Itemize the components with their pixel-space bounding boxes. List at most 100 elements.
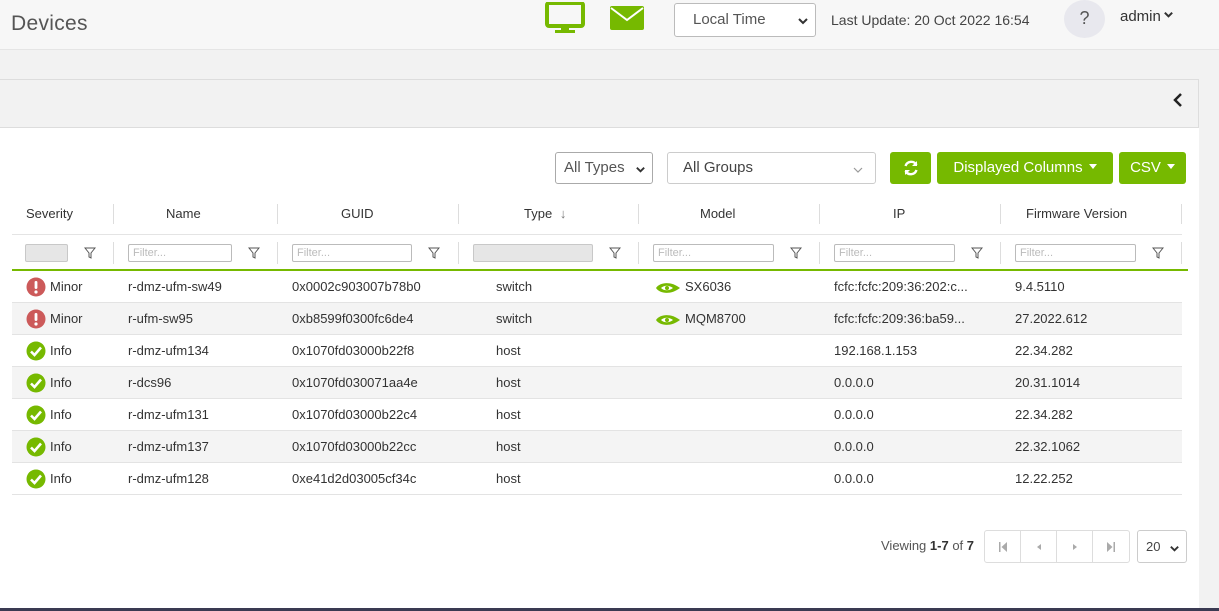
device-name: r-ufm-sw95 bbox=[128, 311, 194, 326]
guid-filter-input[interactable]: Filter... bbox=[292, 244, 412, 262]
column-header-guid[interactable]: GUID bbox=[341, 206, 374, 222]
column-header-type[interactable]: Type ↓ bbox=[524, 206, 566, 222]
filter-funnel-icon[interactable] bbox=[609, 247, 621, 259]
column-separator bbox=[277, 204, 278, 224]
right-rail bbox=[1199, 79, 1219, 611]
severity-label: Info bbox=[50, 375, 72, 390]
severity-label: Info bbox=[50, 407, 72, 422]
device-type: switch bbox=[496, 279, 533, 294]
device-name: r-dmz-ufm131 bbox=[128, 407, 209, 422]
group-filter-select[interactable]: All Groups bbox=[667, 152, 876, 184]
column-separator bbox=[458, 204, 459, 224]
chevron-down-icon bbox=[853, 167, 863, 173]
sort-arrow-icon: ↓ bbox=[559, 206, 567, 221]
nvidia-logo-icon bbox=[656, 315, 680, 325]
filter-separator bbox=[277, 242, 278, 264]
filter-funnel-icon[interactable] bbox=[248, 247, 260, 259]
time-zone-select[interactable]: Local Time bbox=[674, 3, 816, 37]
firmware-filter-input[interactable]: Filter... bbox=[1015, 244, 1136, 262]
chevron-left-icon[interactable] bbox=[1172, 92, 1184, 108]
column-header-name[interactable]: Name bbox=[166, 206, 201, 222]
monitor-icon[interactable] bbox=[545, 2, 585, 34]
chevron-down-icon bbox=[798, 18, 808, 25]
device-ip: 0.0.0.0 bbox=[834, 439, 874, 454]
severity-label: Info bbox=[50, 343, 72, 358]
device-type: host bbox=[496, 343, 521, 358]
viewing-prefix: Viewing bbox=[881, 538, 930, 553]
device-type: switch bbox=[496, 311, 533, 326]
device-ip: 0.0.0.0 bbox=[834, 375, 874, 390]
panel-header bbox=[0, 79, 1199, 128]
mail-icon[interactable] bbox=[610, 6, 644, 30]
type-filter-value: All Types bbox=[564, 159, 625, 176]
page-size-select[interactable]: 20 bbox=[1137, 530, 1187, 563]
header-divider bbox=[12, 234, 1182, 235]
device-guid: 0x1070fd03000b22f8 bbox=[292, 343, 415, 358]
exclamation-circle-icon bbox=[26, 277, 46, 297]
last-page-button[interactable] bbox=[1093, 531, 1129, 562]
severity-filter-input[interactable] bbox=[25, 244, 68, 262]
ip-filter-input[interactable]: Filter... bbox=[834, 244, 955, 262]
time-zone-value: Local Time bbox=[693, 11, 766, 28]
filter-separator bbox=[113, 242, 114, 264]
device-model: MQM8700 bbox=[685, 311, 746, 326]
model-filter-input[interactable]: Filter... bbox=[653, 244, 774, 262]
user-name: admin bbox=[1120, 8, 1161, 25]
next-page-button[interactable] bbox=[1057, 531, 1093, 562]
device-name: r-dmz-ufm128 bbox=[128, 471, 209, 486]
user-menu[interactable]: admin bbox=[1120, 8, 1174, 25]
table-row[interactable]: Info r-dmz-ufm137 0x1070fd03000b22cc hos… bbox=[12, 431, 1182, 463]
check-circle-icon bbox=[26, 405, 46, 425]
device-type: host bbox=[496, 375, 521, 390]
device-model: SX6036 bbox=[685, 279, 732, 294]
table-row[interactable]: Info r-dcs96 0x1070fd030071aa4e host 0.0… bbox=[12, 367, 1182, 399]
column-header-severity[interactable]: Severity bbox=[26, 206, 73, 222]
check-circle-icon bbox=[26, 437, 46, 457]
first-page-icon bbox=[999, 542, 1007, 552]
refresh-button[interactable] bbox=[890, 152, 931, 184]
device-firmware: 22.32.1062 bbox=[1015, 439, 1081, 454]
column-header-model[interactable]: Model bbox=[700, 206, 735, 222]
filter-funnel-icon[interactable] bbox=[790, 247, 802, 259]
caret-down-icon bbox=[1166, 164, 1175, 169]
filter-separator bbox=[1000, 242, 1001, 264]
pagination-summary: Viewing 1-7 of 7 bbox=[881, 538, 974, 553]
displayed-columns-button[interactable]: Displayed Columns bbox=[937, 152, 1113, 184]
filter-separator bbox=[458, 242, 459, 264]
filter-funnel-icon[interactable] bbox=[84, 247, 96, 259]
filter-funnel-icon[interactable] bbox=[428, 247, 440, 259]
help-button[interactable]: ? bbox=[1064, 0, 1105, 38]
csv-button[interactable]: CSV bbox=[1119, 152, 1186, 184]
device-guid: 0x0002c903007b78b0 bbox=[292, 279, 421, 294]
type-filter-input[interactable] bbox=[473, 244, 593, 262]
name-filter-input[interactable]: Filter... bbox=[128, 244, 232, 262]
column-separator bbox=[638, 204, 639, 224]
previous-page-icon bbox=[1037, 544, 1041, 550]
column-separator bbox=[819, 204, 820, 224]
device-ip: 192.168.1.153 bbox=[834, 343, 918, 358]
column-header-ip[interactable]: IP bbox=[893, 206, 905, 222]
type-filter-select[interactable]: All Types bbox=[555, 152, 653, 184]
first-page-button[interactable] bbox=[985, 531, 1021, 562]
filter-funnel-icon[interactable] bbox=[1152, 247, 1164, 259]
table-row[interactable]: Info r-dmz-ufm131 0x1070fd03000b22c4 hos… bbox=[12, 399, 1182, 431]
pagination-controls bbox=[984, 530, 1130, 563]
device-guid: 0x1070fd03000b22cc bbox=[292, 439, 417, 454]
table-row[interactable]: Minor r-dmz-ufm-sw49 0x0002c903007b78b0 … bbox=[12, 271, 1182, 303]
check-circle-icon bbox=[26, 341, 46, 361]
csv-label: CSV bbox=[1130, 159, 1161, 176]
table-row[interactable]: Info r-dmz-ufm134 0x1070fd03000b22f8 hos… bbox=[12, 335, 1182, 367]
exclamation-circle-icon bbox=[26, 309, 46, 329]
chevron-down-icon bbox=[636, 167, 645, 173]
column-header-firmware[interactable]: Firmware Version bbox=[1026, 206, 1127, 222]
device-name: r-dmz-ufm-sw49 bbox=[128, 279, 222, 294]
table-row[interactable]: Info r-dmz-ufm128 0xe41d2d03005cf34c hos… bbox=[12, 463, 1182, 495]
device-firmware: 20.31.1014 bbox=[1015, 375, 1081, 390]
severity-label: Info bbox=[50, 471, 72, 486]
filter-funnel-icon[interactable] bbox=[971, 247, 983, 259]
device-guid: 0x1070fd030071aa4e bbox=[292, 375, 418, 390]
previous-page-button[interactable] bbox=[1021, 531, 1057, 562]
device-name: r-dcs96 bbox=[128, 375, 172, 390]
viewing-of: of bbox=[948, 538, 967, 553]
table-row[interactable]: Minor r-ufm-sw95 0xb8599f0300fc6de4 swit… bbox=[12, 303, 1182, 335]
